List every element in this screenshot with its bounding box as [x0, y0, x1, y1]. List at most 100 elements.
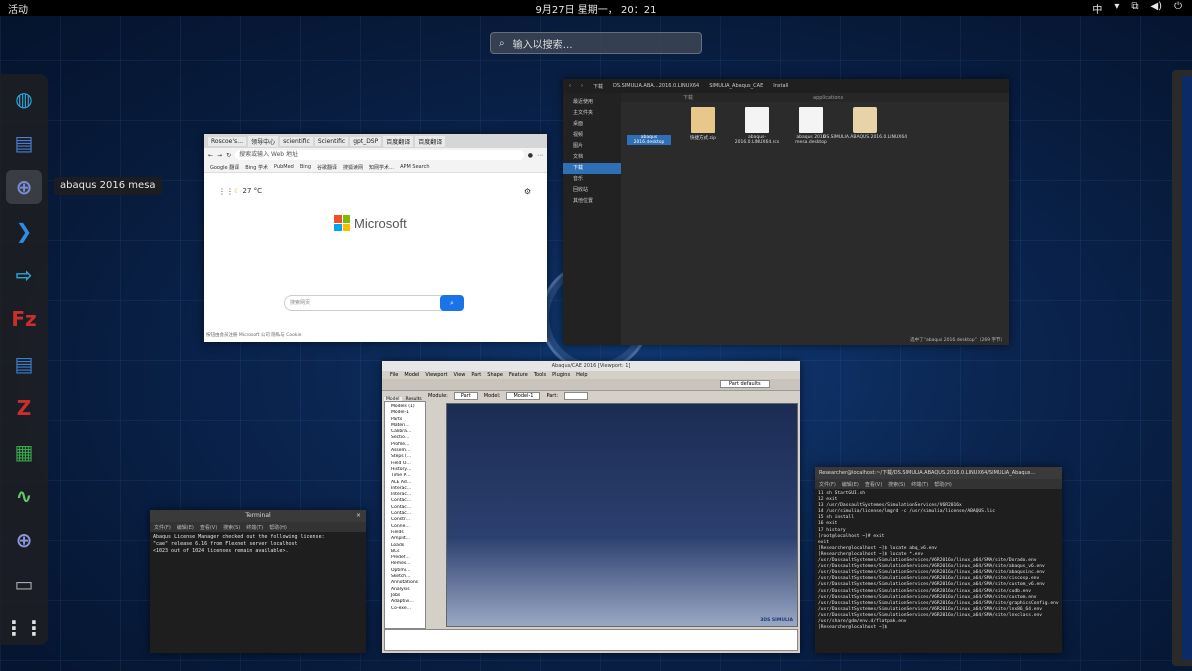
terminal-menu-item[interactable]: 查看(V): [865, 481, 882, 488]
file-item[interactable]: 快捷方式.zip: [681, 107, 725, 145]
sidebar-item[interactable]: 其他位置: [563, 196, 621, 207]
abaqus-cae-window[interactable]: Abaqus/CAE 2016 [Viewport: 1] File Model V…: [382, 361, 800, 653]
profile-icon[interactable]: ●: [528, 152, 533, 159]
sidebar-item[interactable]: 音乐: [563, 174, 621, 185]
favorite-link[interactable]: 搜狐读网: [343, 164, 363, 171]
sidebar-item[interactable]: 下载: [563, 163, 621, 174]
dock-item-terminal[interactable]: ▭: [6, 567, 42, 601]
sidebar-item[interactable]: 视频: [563, 130, 621, 141]
module-select[interactable]: Part: [453, 392, 478, 400]
part-defaults-select[interactable]: Part defaults: [720, 380, 770, 388]
terminal-menu-item[interactable]: 搜索(S): [223, 524, 240, 531]
back-icon[interactable]: ←: [208, 152, 213, 159]
terminal-menu-item[interactable]: 文件(F): [819, 481, 836, 488]
workspace-thumbnail[interactable]: [1172, 70, 1192, 666]
abaqus-menu-item[interactable]: Tools: [534, 372, 546, 378]
terminal-output[interactable]: Abaqus License Manager checked out the f…: [150, 532, 366, 653]
input-method-indicator[interactable]: 中: [1092, 1, 1102, 16]
browser-tab[interactable]: 百度翻译: [415, 135, 446, 147]
favorite-link[interactable]: Bing: [300, 164, 311, 170]
abaqus-menu-item[interactable]: File: [390, 372, 398, 378]
terminal-window-2[interactable]: Researcher@localhost:~/下载/DS.SIMULIA.ABA…: [815, 467, 1062, 653]
favorite-link[interactable]: 谷歌翻译: [317, 164, 337, 171]
dock-item-writer[interactable]: ▤: [6, 346, 42, 380]
terminal-menu-item[interactable]: 查看(V): [200, 524, 217, 531]
favorite-link[interactable]: 知网学术…: [369, 164, 394, 171]
abaqus-menu-item[interactable]: Shape: [487, 372, 503, 378]
weather-widget[interactable]: ☾ 27 °C: [234, 187, 262, 195]
reload-icon[interactable]: ↻: [226, 152, 231, 159]
favorite-link[interactable]: Bing 学术: [245, 164, 268, 171]
path-segment[interactable]: 下载: [593, 83, 603, 90]
favorite-link[interactable]: Google 翻译: [210, 164, 239, 171]
file-item[interactable]: abaqus-2016.0.LINUX64.rcs: [735, 107, 779, 145]
clock[interactable]: 9月27日 星期一， 20：21: [0, 1, 1192, 16]
dock-item-edge-beta[interactable]: ◍: [6, 82, 42, 116]
power-icon[interactable]: ⏻: [1174, 1, 1182, 16]
terminal-menu-item[interactable]: 搜索(S): [888, 481, 905, 488]
browser-tab[interactable]: gpt_DSP: [350, 136, 382, 146]
dock-item-calc[interactable]: ▦: [6, 435, 42, 469]
apps-grid-icon[interactable]: ⋮⋮: [218, 187, 234, 196]
favorite-link[interactable]: APM Search: [400, 164, 430, 170]
model-select[interactable]: Model-1: [506, 392, 541, 400]
dock-item-zotero[interactable]: Z: [6, 391, 42, 425]
abaqus-menu-item[interactable]: Feature: [509, 372, 528, 378]
terminal-menu-item[interactable]: 编辑(E): [842, 481, 859, 488]
file-item[interactable]: DS.SIMULIA.ABAQUS.2016.0.LINUX64: [823, 107, 907, 145]
dock-item-vscode[interactable]: ❯: [6, 214, 42, 248]
path-segment[interactable]: Install: [773, 83, 788, 89]
model-tree-node[interactable]: Co-exe…: [385, 606, 425, 612]
terminal-menu-item[interactable]: 终端(T): [246, 524, 263, 531]
close-icon[interactable]: ×: [356, 510, 361, 522]
dock-item-system-monitor[interactable]: ∿: [6, 479, 42, 513]
file-tab[interactable]: 下载: [683, 94, 693, 101]
dock-item-abaqus[interactable]: ⊕: [6, 170, 42, 205]
sidebar-item[interactable]: 主文件夹: [563, 108, 621, 119]
terminal-output[interactable]: 11 sh StartGUI.sh 12 exit 13 /usr/Dassau…: [815, 489, 1062, 653]
abaqus-menu-item[interactable]: View: [454, 372, 466, 378]
sidebar-item[interactable]: 桌面: [563, 119, 621, 130]
address-bar[interactable]: 搜索或输入 Web 地址: [235, 150, 524, 160]
browser-tab[interactable]: Scientific: [314, 136, 349, 146]
terminal-menu-item[interactable]: 文件(F): [154, 524, 171, 531]
network-icon[interactable]: ⧉: [1131, 1, 1138, 16]
volume-icon[interactable]: ◀): [1150, 1, 1162, 16]
path-segment[interactable]: SIMULIA_Abaqus_CAE: [709, 83, 763, 89]
menu-icon[interactable]: ⋯: [537, 152, 543, 159]
part-select[interactable]: [564, 392, 588, 400]
dock-item-abaqus-cae[interactable]: ⊕: [6, 523, 42, 557]
favorite-link[interactable]: PubMed: [274, 164, 294, 170]
dock-item-text-editor[interactable]: ▤: [6, 126, 42, 160]
input-method-chevron-icon[interactable]: ▾: [1114, 1, 1119, 16]
browser-tab[interactable]: 领导中心: [248, 135, 279, 147]
terminal-menu-item[interactable]: 终端(T): [911, 481, 928, 488]
system-tray[interactable]: 中 ▾ ⧉ ◀) ⏻: [1092, 1, 1182, 16]
terminal-menu-item[interactable]: 编辑(E): [177, 524, 194, 531]
path-segment[interactable]: DS.SIMULIA.ABA…2016.0.LINUX64: [613, 83, 699, 89]
sidebar-item[interactable]: 回收站: [563, 185, 621, 196]
terminal-menu-item[interactable]: 帮助(H): [934, 481, 952, 488]
overview-search[interactable]: ⌕ 输入以搜索…: [490, 32, 702, 54]
terminal-window-1[interactable]: Terminal × 文件(F) 编辑(E) 查看(V) 搜索(S) 终端(T) 帮助(H…: [150, 510, 366, 653]
file-tab[interactable]: applications: [813, 95, 843, 101]
sidebar-item[interactable]: 最近使用: [563, 97, 621, 108]
sidebar-item[interactable]: 图片: [563, 141, 621, 152]
sidebar-item[interactable]: 文档: [563, 152, 621, 163]
abaqus-menu-item[interactable]: Part: [471, 372, 481, 378]
dock-item-remote-desktop[interactable]: ⇨: [6, 258, 42, 292]
forward-icon[interactable]: ›: [581, 83, 583, 89]
settings-gear-icon[interactable]: ⚙: [524, 187, 531, 196]
file-manager-window[interactable]: ‹ › 下载 DS.SIMULIA.ABA…2016.0.LINUX64 SIMULIA…: [563, 79, 1009, 345]
abaqus-menu-item[interactable]: Model: [404, 372, 419, 378]
viewport[interactable]: 3DS SIMULIA: [446, 403, 798, 627]
browser-tab[interactable]: scientific: [280, 136, 313, 146]
browser-tab[interactable]: 百度翻译: [383, 135, 414, 147]
browser-tab[interactable]: Roscoe's…: [208, 136, 247, 146]
abaqus-menu-item[interactable]: Plugins: [552, 372, 570, 378]
terminal-menu-item[interactable]: 帮助(H): [269, 524, 287, 531]
forward-icon[interactable]: →: [217, 152, 222, 159]
abaqus-menu-item[interactable]: Viewport: [425, 372, 447, 378]
web-search-input[interactable]: 搜索网页: [284, 295, 464, 311]
web-search-button[interactable]: ⌕: [440, 295, 464, 311]
